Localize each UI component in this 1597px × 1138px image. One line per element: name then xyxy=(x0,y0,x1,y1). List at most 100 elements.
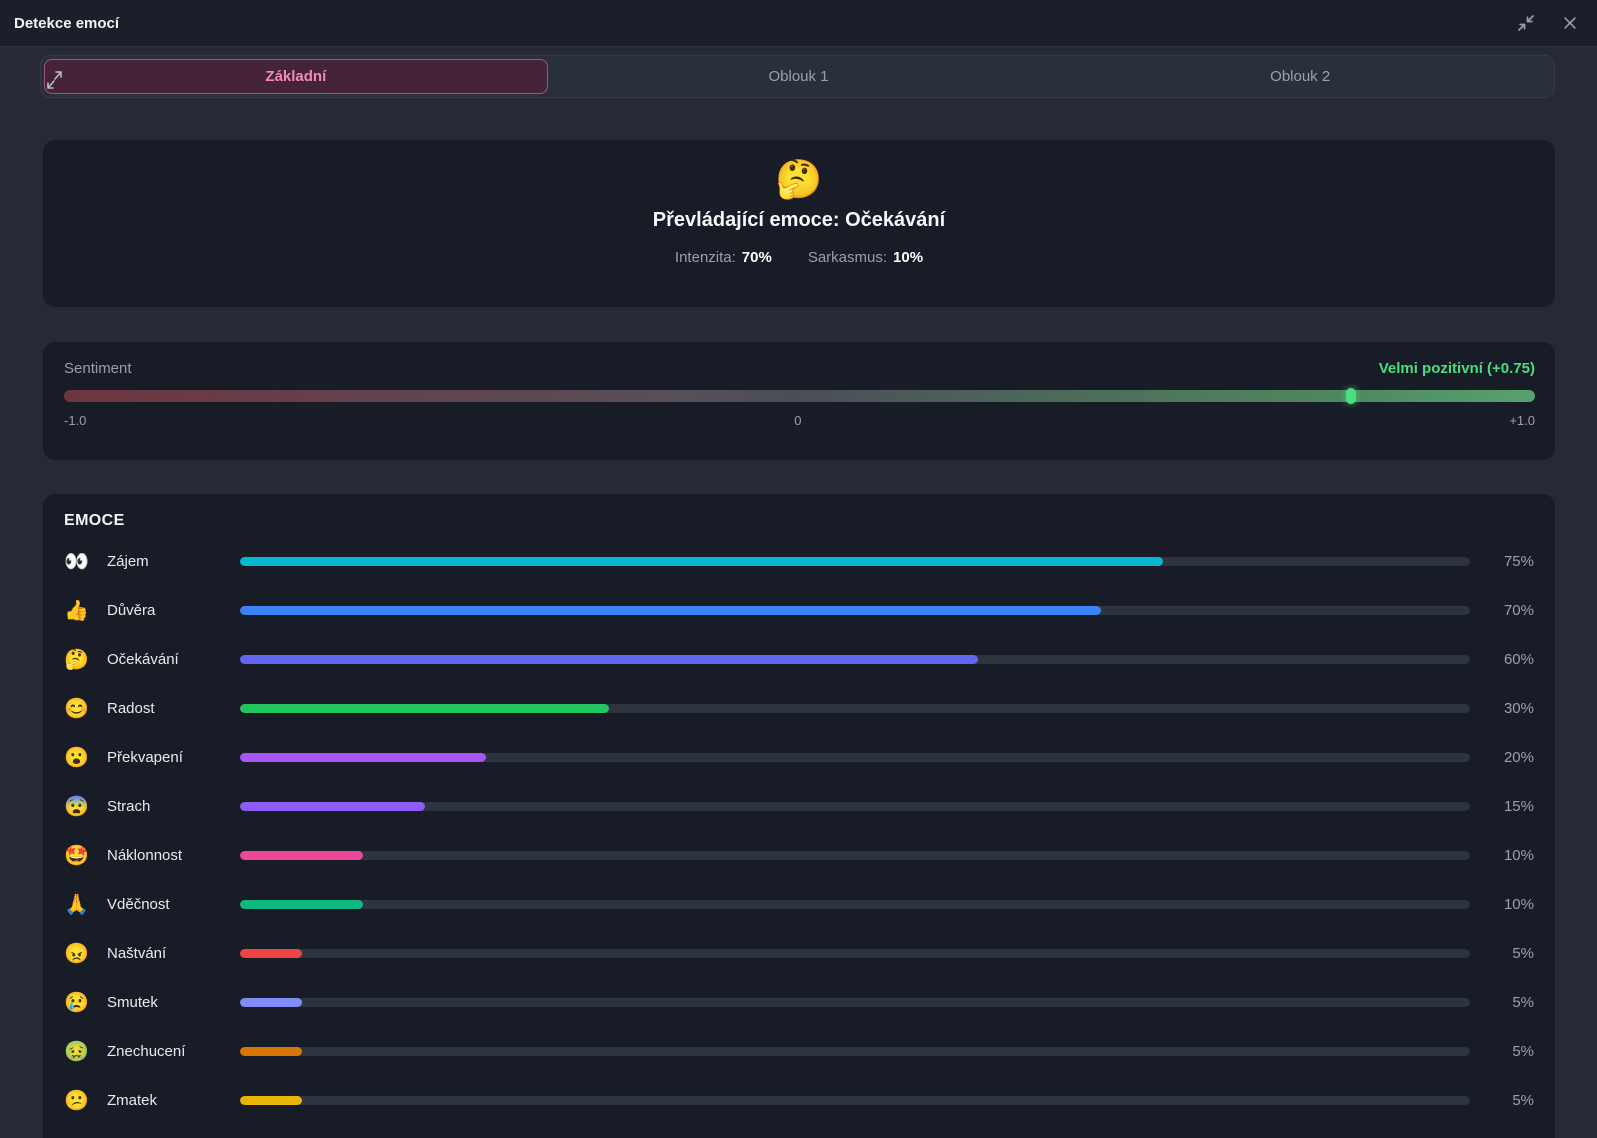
collapse-button[interactable] xyxy=(1513,10,1539,36)
sentiment-card: Sentiment Velmi pozitivní (+0.75) -1.0 0… xyxy=(43,342,1555,460)
emotion-bar-track xyxy=(240,851,1470,860)
emotion-emoji-icon: 🙏 xyxy=(64,895,107,915)
emotion-label: Vděčnost xyxy=(107,896,240,913)
emotion-row: 🤢 Znechucení 5% xyxy=(64,1027,1534,1076)
tab-bar: Základní Oblouk 1 Oblouk 2 xyxy=(40,55,1555,98)
collapse-diagonal-icon xyxy=(1516,13,1536,33)
emotion-bar-track xyxy=(240,557,1470,566)
emotion-bar-fill xyxy=(240,655,978,664)
emotion-label: Překvapení xyxy=(107,749,240,766)
sentiment-scale: -1.0 0 +1.0 xyxy=(64,413,1535,428)
sarcasm-value: 10% xyxy=(893,249,923,266)
emotion-percent: 5% xyxy=(1470,1043,1534,1060)
emotion-detection-window: Detekce emocí Základní Oblouk 1 Oblouk 2 xyxy=(0,0,1597,1138)
emotion-bar-fill xyxy=(240,1047,302,1056)
tab-oblouk-1-label: Oblouk 1 xyxy=(768,68,828,85)
tab-zakladni-label: Základní xyxy=(265,68,326,85)
emotion-emoji-icon: 👍 xyxy=(64,601,107,621)
emotion-percent: 5% xyxy=(1470,945,1534,962)
emotion-label: Očekávání xyxy=(107,651,240,668)
emotion-percent: 70% xyxy=(1470,602,1534,619)
sentiment-scale-mid: 0 xyxy=(794,413,801,428)
dominant-emotion-stats: Intenzita:70% Sarkasmus: 10% xyxy=(675,249,923,266)
emotion-emoji-icon: 👀 xyxy=(64,552,107,572)
tab-oblouk-1[interactable]: Oblouk 1 xyxy=(548,59,1050,94)
close-button[interactable] xyxy=(1557,10,1583,36)
intensity-stat: Intenzita:70% xyxy=(675,249,772,266)
tab-zakladni[interactable]: Základní xyxy=(44,59,548,94)
emotion-label: Důvěra xyxy=(107,602,240,619)
close-icon xyxy=(1561,14,1579,32)
emotion-bar-fill xyxy=(240,753,486,762)
emotion-bar-fill xyxy=(240,998,302,1007)
emotion-bar-fill xyxy=(240,851,363,860)
emotion-bar-track xyxy=(240,998,1470,1007)
emotion-percent: 30% xyxy=(1470,700,1534,717)
window-title: Detekce emocí xyxy=(14,15,119,32)
emotion-label: Zmatek xyxy=(107,1092,240,1109)
emotion-bar-fill xyxy=(240,949,302,958)
emotion-label: Strach xyxy=(107,798,240,815)
emotion-percent: 15% xyxy=(1470,798,1534,815)
emotion-row: 🤩 Náklonnost 10% xyxy=(64,831,1534,880)
emotion-row: 👀 Zájem 75% xyxy=(64,537,1534,586)
emotion-row: 😊 Radost 30% xyxy=(64,684,1534,733)
emotion-emoji-icon: 😠 xyxy=(64,944,107,964)
window-controls xyxy=(1513,10,1583,36)
emotion-bar-track xyxy=(240,900,1470,909)
emotion-row: 👍 Důvěra 70% xyxy=(64,586,1534,635)
emotion-percent: 5% xyxy=(1470,1092,1534,1109)
emotion-emoji-icon: 😊 xyxy=(64,699,107,719)
main-content: 🤔 Převládající emoce: Očekávání Intenzit… xyxy=(0,140,1597,1138)
dominant-emotion-title: Převládající emoce: Očekávání xyxy=(653,209,945,232)
sentiment-scale-min: -1.0 xyxy=(64,413,86,428)
intensity-value: 70% xyxy=(742,249,772,266)
emotion-emoji-icon: 🤔 xyxy=(64,650,107,670)
emotion-row: 😕 Zmatek 5% xyxy=(64,1076,1534,1125)
emotions-list: 👀 Zájem 75% 👍 Důvěra 70% 🤔 Očekávání 60%… xyxy=(64,537,1534,1125)
tab-oblouk-2[interactable]: Oblouk 2 xyxy=(1049,59,1551,94)
emotion-label: Smutek xyxy=(107,994,240,1011)
emotion-percent: 20% xyxy=(1470,749,1534,766)
emotion-bar-fill xyxy=(240,802,425,811)
emotion-percent: 60% xyxy=(1470,651,1534,668)
emotions-heading: EMOCE xyxy=(64,512,1534,530)
emotion-label: Radost xyxy=(107,700,240,717)
expand-diagonal-icon xyxy=(44,67,66,93)
emotion-bar-fill xyxy=(240,606,1101,615)
emotion-percent: 10% xyxy=(1470,847,1534,864)
sentiment-scale-max: +1.0 xyxy=(1509,413,1535,428)
emotion-emoji-icon: 😮 xyxy=(64,748,107,768)
emotion-row: 🤔 Očekávání 60% xyxy=(64,635,1534,684)
sentiment-value-label: Velmi pozitivní (+0.75) xyxy=(1379,360,1535,377)
dominant-emotion-card: 🤔 Převládající emoce: Očekávání Intenzit… xyxy=(43,140,1555,307)
emotion-bar-fill xyxy=(240,704,609,713)
emotion-label: Náklonnost xyxy=(107,847,240,864)
emotion-bar-fill xyxy=(240,1096,302,1105)
emotion-row: 😨 Strach 15% xyxy=(64,782,1534,831)
emotion-row: 😠 Naštvání 5% xyxy=(64,929,1534,978)
expand-handle[interactable] xyxy=(44,67,66,93)
emotion-row: 😮 Překvapení 20% xyxy=(64,733,1534,782)
emotion-bar-fill xyxy=(240,557,1163,566)
thinking-face-emoji-icon: 🤔 xyxy=(775,160,822,202)
emotion-emoji-icon: 😕 xyxy=(64,1091,107,1111)
emotion-emoji-icon: 😢 xyxy=(64,993,107,1013)
sarcasm-label: Sarkasmus: xyxy=(808,249,887,266)
emotion-bar-fill xyxy=(240,900,363,909)
tab-strip: Základní Oblouk 1 Oblouk 2 xyxy=(0,47,1597,105)
emotion-emoji-icon: 😨 xyxy=(64,797,107,817)
emotion-emoji-icon: 🤩 xyxy=(64,846,107,866)
emotion-row: 🙏 Vděčnost 10% xyxy=(64,880,1534,929)
emotion-percent: 10% xyxy=(1470,896,1534,913)
titlebar: Detekce emocí xyxy=(0,0,1597,47)
emotions-card: EMOCE 👀 Zájem 75% 👍 Důvěra 70% 🤔 Očekává… xyxy=(43,494,1555,1138)
emotion-row: 😢 Smutek 5% xyxy=(64,978,1534,1027)
sentiment-slider[interactable] xyxy=(64,390,1535,402)
emotion-bar-track xyxy=(240,1096,1470,1105)
sentiment-label: Sentiment xyxy=(64,360,132,377)
sentiment-slider-thumb[interactable] xyxy=(1346,388,1356,404)
sarcasm-stat: Sarkasmus: 10% xyxy=(808,249,923,266)
emotion-bar-track xyxy=(240,655,1470,664)
tab-oblouk-2-label: Oblouk 2 xyxy=(1270,68,1330,85)
